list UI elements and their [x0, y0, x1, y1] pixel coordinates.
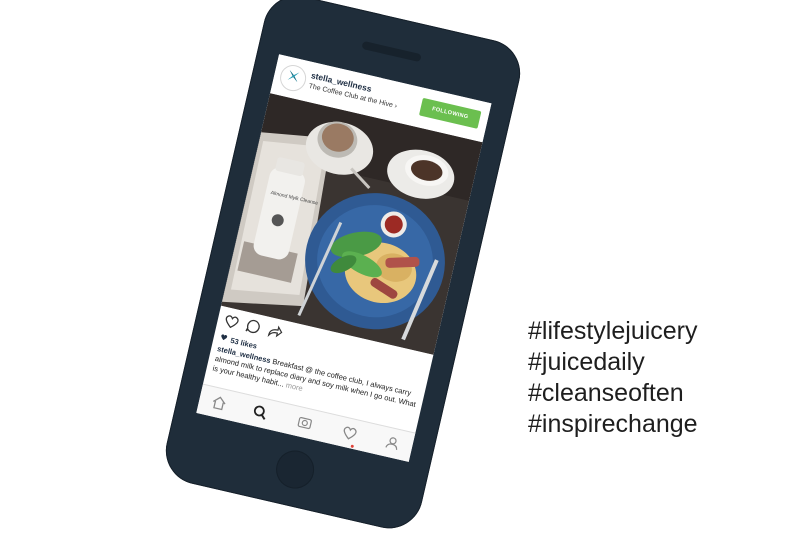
avatar[interactable] — [277, 62, 309, 94]
hashtag-item: #juicedaily — [528, 348, 645, 376]
hashtag-item: #lifestylejuicery — [528, 317, 698, 345]
logo-x-icon — [283, 66, 303, 90]
activity-heart-icon[interactable] — [340, 423, 359, 442]
likes-heart-icon — [219, 332, 229, 344]
camera-icon[interactable] — [295, 413, 314, 432]
heart-icon[interactable] — [222, 312, 241, 331]
comment-icon[interactable] — [244, 317, 263, 336]
activity-indicator — [350, 444, 355, 449]
hashtag-item: #inspirechange — [528, 410, 698, 438]
profile-icon[interactable] — [383, 433, 402, 452]
hashtag-item: #cleanseoften — [528, 379, 684, 407]
hashtag-list: #lifestylejuicery #juicedaily #cleanseof… — [528, 316, 698, 440]
share-icon[interactable] — [265, 322, 284, 341]
home-icon[interactable] — [210, 393, 229, 412]
search-icon[interactable] — [250, 403, 269, 422]
following-button[interactable]: FOLLOWING — [418, 97, 482, 129]
phone-screen: stella_wellness The Coffee Club at the H… — [196, 54, 492, 462]
phone-mockup: stella_wellness The Coffee Club at the H… — [159, 0, 527, 535]
